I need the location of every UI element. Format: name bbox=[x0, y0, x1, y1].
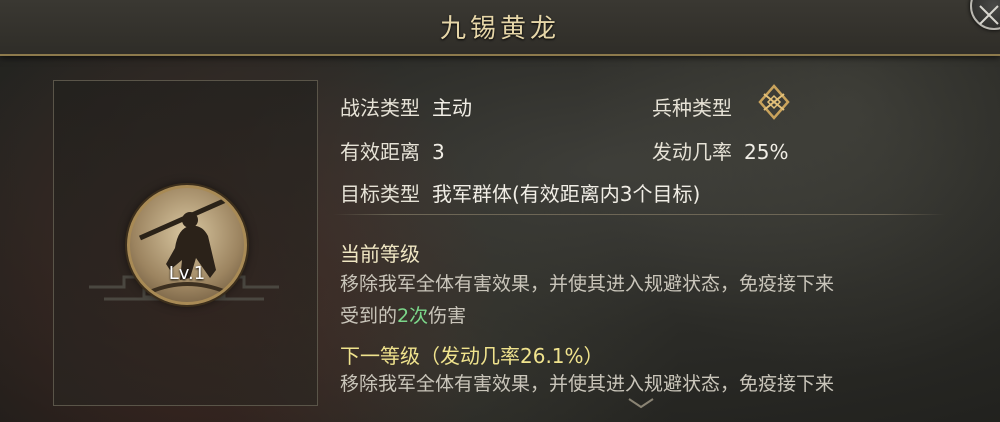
target-label: 目标类型 bbox=[340, 182, 420, 206]
current-desc-line1: 移除我军全体有害效果，并使其进入规避状态，免疫接下来 bbox=[340, 273, 835, 295]
range-label: 有效距离 bbox=[340, 140, 420, 164]
current-desc-prefix: 受到的 bbox=[340, 305, 398, 327]
range-value: 3 bbox=[432, 140, 445, 164]
rate-row: 发动几率 25% bbox=[652, 136, 788, 165]
page-title: 九锡黄龙 bbox=[439, 14, 560, 44]
tactic-type-label: 战法类型 bbox=[340, 96, 420, 120]
tactic-type-value: 主动 bbox=[432, 96, 472, 120]
troop-type-label: 兵种类型 bbox=[652, 96, 732, 120]
close-icon bbox=[979, 5, 999, 25]
chevron-down-icon[interactable] bbox=[626, 396, 656, 410]
tactic-type-row: 战法类型 主动 bbox=[340, 92, 472, 121]
current-level-desc: 移除我军全体有害效果，并使其进入规避状态，免疫接下来 受到的2次伤害 bbox=[340, 268, 950, 332]
range-row: 有效距离 3 bbox=[340, 136, 445, 165]
divider bbox=[333, 214, 945, 215]
skill-panel: Lv.1 bbox=[53, 80, 318, 406]
warrior-spear-icon bbox=[138, 193, 237, 294]
target-value: 我军群体(有效距离内3个目标) bbox=[432, 182, 701, 206]
skill-icon[interactable]: Lv.1 bbox=[127, 185, 247, 305]
current-desc-line2: 受到的2次伤害 bbox=[340, 300, 950, 332]
troop-type-icon[interactable] bbox=[754, 84, 794, 120]
target-row: 目标类型 我军群体(有效距离内3个目标) bbox=[340, 178, 700, 207]
skill-level: Lv.1 bbox=[168, 263, 206, 284]
title-bar: 九锡黄龙 bbox=[0, 0, 1000, 56]
current-level-title: 当前等级 bbox=[340, 242, 420, 266]
rate-label: 发动几率 bbox=[652, 140, 732, 164]
troop-type-row: 兵种类型 bbox=[652, 92, 732, 121]
current-desc-suffix: 伤害 bbox=[428, 305, 467, 327]
current-desc-highlight: 2次 bbox=[397, 305, 429, 327]
rate-value: 25% bbox=[744, 140, 789, 164]
next-level-title: 下一等级（发动几率26.1%） bbox=[340, 344, 604, 368]
